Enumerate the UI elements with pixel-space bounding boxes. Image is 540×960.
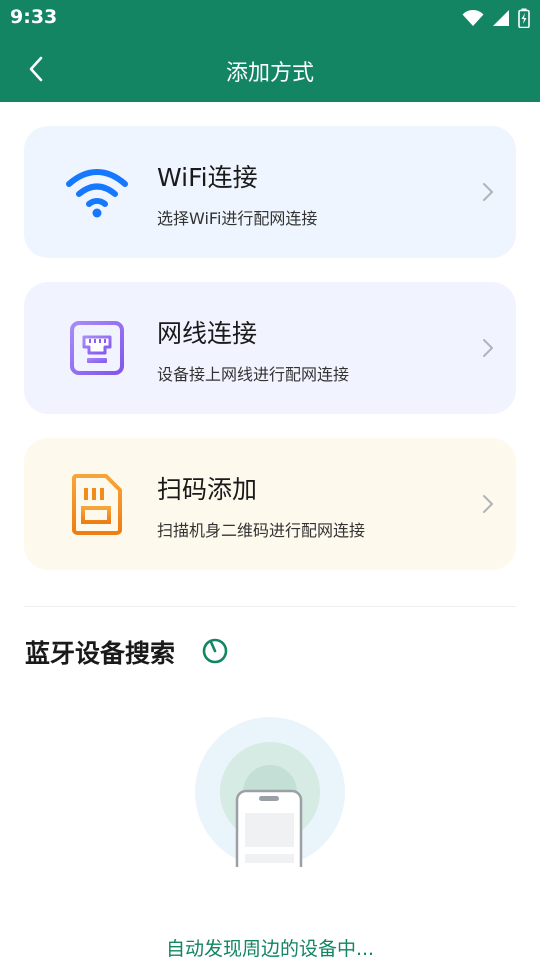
- bluetooth-scan-illustration: [195, 717, 345, 907]
- status-time: 9:33: [10, 6, 58, 28]
- sim-card-icon: [62, 472, 132, 536]
- divider: [24, 606, 516, 607]
- wifi-signal-icon: [462, 10, 484, 26]
- page-title: 添加方式: [225, 61, 314, 86]
- battery-charging-icon: [518, 8, 530, 28]
- bluetooth-section-title: 蓝牙设备搜索: [25, 639, 176, 668]
- option-subtitle: 扫描机身二维码进行配网连接: [157, 521, 366, 540]
- loading-spinner-icon: [202, 638, 228, 664]
- scan-code-option[interactable]: 扫码添加 扫描机身二维码进行配网连接: [24, 438, 516, 570]
- option-title: WiFi连接: [157, 163, 258, 192]
- ethernet-port-icon: [62, 316, 132, 380]
- ethernet-connect-option[interactable]: 网线连接 设备接上网线进行配网连接: [24, 282, 516, 414]
- chevron-right-icon: [483, 495, 493, 513]
- chevron-right-icon: [483, 339, 493, 357]
- option-subtitle: 设备接上网线进行配网连接: [157, 365, 350, 384]
- chevron-right-icon: [483, 183, 493, 201]
- wifi-connect-option[interactable]: WiFi连接 选择WiFi进行配网连接: [24, 126, 516, 258]
- status-bar: 9:33: [0, 0, 540, 36]
- option-title: 扫码添加: [157, 475, 258, 504]
- option-subtitle: 选择WiFi进行配网连接: [157, 209, 318, 228]
- scan-status-text: 自动发现周边的设备中...: [165, 938, 375, 960]
- cell-signal-icon: [493, 10, 509, 26]
- wifi-icon: [62, 160, 132, 224]
- status-icons: [462, 6, 530, 30]
- app-bar: 添加方式: [0, 36, 540, 102]
- option-title: 网线连接: [157, 319, 258, 348]
